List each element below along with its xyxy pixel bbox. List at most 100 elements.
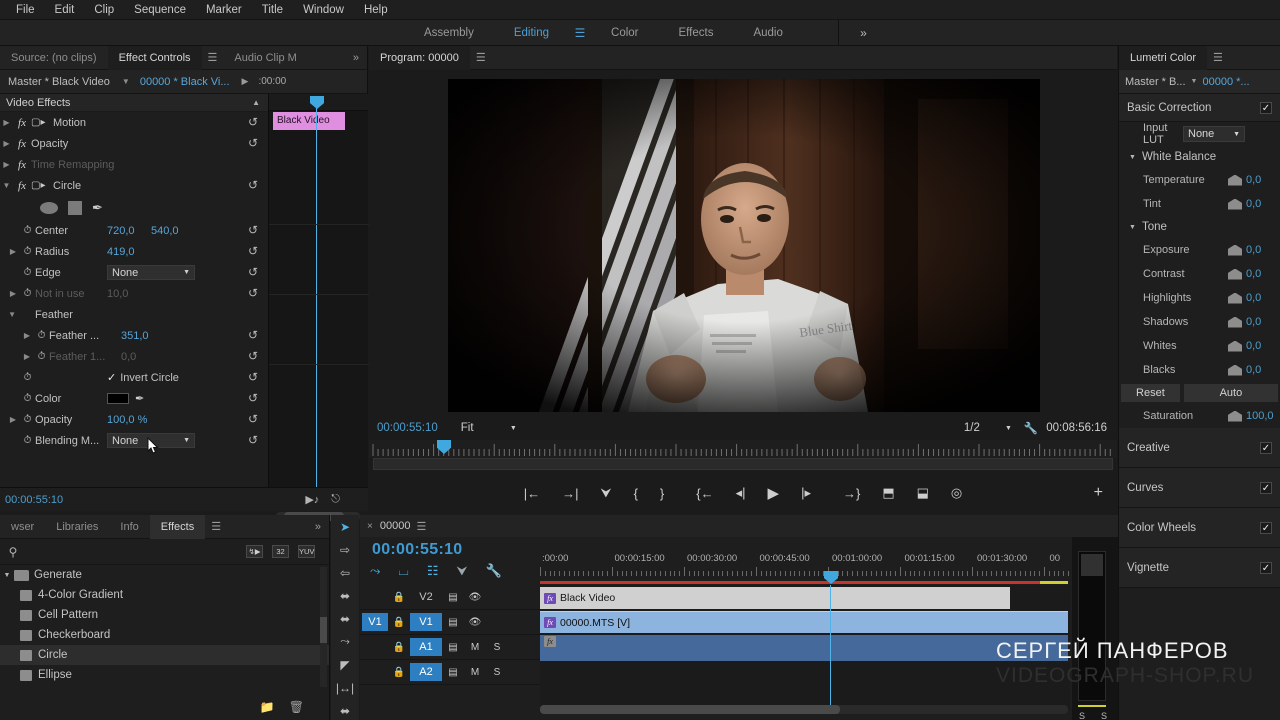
reset-parameter-icon[interactable]: ↺	[246, 328, 260, 342]
slide-tool[interactable]: ⬌	[331, 699, 359, 720]
reset-parameter-icon[interactable]: ↺	[246, 433, 260, 447]
search-input[interactable]	[26, 545, 186, 558]
reset-parameter-icon[interactable]: ↺	[246, 223, 260, 237]
timeline-time-ruler[interactable]: :00:00 00:00:15:00 00:00:30:00 00:00:45:00 0…	[540, 553, 1069, 581]
step-forward-icon[interactable]: |▸	[801, 485, 811, 501]
slider-handle[interactable]	[1228, 410, 1242, 422]
menu-item-clip[interactable]: Clip	[84, 0, 124, 20]
twirl-icon[interactable]: ▼	[0, 310, 20, 319]
play-audio-icon[interactable]: ▶♪	[305, 493, 319, 506]
twirl-icon[interactable]: ▶	[0, 289, 20, 298]
effects-vertical-scrollbar[interactable]	[320, 567, 327, 687]
tab-info[interactable]: Info	[109, 515, 149, 539]
slip-tool[interactable]: |↔|	[331, 676, 359, 699]
stopwatch-icon[interactable]: ⏱	[34, 351, 49, 362]
tab-libraries[interactable]: Libraries	[45, 515, 109, 539]
source-track-indicator[interactable]: V1	[362, 613, 388, 631]
clip-00000-mts-video[interactable]: fx 00000.MTS [V]	[540, 611, 1068, 633]
workspace-tab-effects[interactable]: Effects	[659, 20, 734, 46]
param-row-invert-circle[interactable]: ⏱ ✓ Invert Circle ↺	[0, 367, 268, 388]
checkbox-checked-icon[interactable]: ✓	[1260, 441, 1272, 454]
lumetri-group-tone[interactable]: ▼ Tone	[1119, 216, 1280, 238]
source-track-indicator[interactable]	[362, 588, 388, 606]
mute-track-icon[interactable]: M	[464, 667, 486, 678]
checkbox-checked-icon[interactable]: ✓	[107, 371, 116, 384]
menu-item-marker[interactable]: Marker	[196, 0, 252, 20]
play-pause-icon[interactable]: ▶	[768, 484, 780, 502]
tab-audio-clip-m[interactable]: Audio Clip M	[223, 46, 307, 70]
effect-row-time-remapping[interactable]: ▶ fx Time Remapping	[0, 154, 268, 175]
twirl-icon[interactable]: ▶	[0, 331, 34, 340]
slider-handle[interactable]	[1228, 174, 1242, 186]
stopwatch-icon[interactable]: ⏱	[20, 393, 35, 404]
button-editor-plus-icon[interactable]: +	[1094, 484, 1103, 502]
param-dropdown[interactable]: None ▼	[107, 265, 195, 280]
param-row-feather[interactable]: ▶ ⏱ Feather ... 351,0 ↺	[0, 325, 268, 346]
reset-parameter-icon[interactable]: ↺	[246, 115, 260, 129]
slider-handle[interactable]	[1228, 364, 1242, 376]
twirl-icon[interactable]: ▶	[0, 352, 34, 361]
transform-icon[interactable]: ▢▸	[31, 180, 53, 191]
razor-tool[interactable]: ◤	[331, 653, 359, 676]
lumetri-section-basic-correction[interactable]: Basic Correction ✓	[1119, 94, 1280, 122]
reset-button[interactable]: Reset	[1121, 384, 1180, 402]
eyedropper-icon[interactable]: ✒	[135, 392, 144, 405]
reset-parameter-icon[interactable]: ↺	[246, 391, 260, 405]
program-time-ruler[interactable]	[369, 440, 1117, 458]
transform-icon[interactable]: ▢▸	[31, 117, 53, 128]
mark-out-icon[interactable]: →|	[562, 486, 578, 501]
checkbox-checked-icon[interactable]: ✓	[1260, 101, 1272, 114]
ellipse-mask-icon[interactable]	[40, 202, 58, 214]
workspace-tab-audio[interactable]: Audio	[733, 20, 802, 46]
effect-row-circle[interactable]: ▼ fx ▢▸ Circle ↺	[0, 175, 268, 196]
stopwatch-icon[interactable]: ⏱	[20, 435, 35, 446]
twirl-icon[interactable]: ▼	[0, 181, 13, 190]
stopwatch-icon[interactable]: ⏱	[20, 414, 35, 425]
tab-wser[interactable]: wser	[0, 515, 45, 539]
input-lut-dropdown[interactable]: None ▼	[1183, 126, 1245, 142]
twirl-icon[interactable]: ▶	[0, 247, 20, 256]
lumetri-slider-blacks[interactable]: Blacks 0,0	[1119, 358, 1280, 382]
param-row-feather-1[interactable]: ▶ ⏱ Feather 1... 0,0 ↺	[0, 346, 268, 367]
menu-item-help[interactable]: Help	[354, 0, 398, 20]
lock-track-icon[interactable]: 🔒	[388, 642, 410, 653]
toggle-track-output-icon[interactable]: 👁	[464, 592, 486, 603]
reset-parameter-icon[interactable]: ↺	[246, 265, 260, 279]
rate-stretch-tool[interactable]: ⤳	[331, 630, 359, 653]
lumetri-slider-tint[interactable]: Tint 0,0	[1119, 192, 1280, 216]
slider-value[interactable]: 0,0	[1246, 198, 1280, 210]
track-select-back-tool[interactable]: ⇦	[331, 561, 359, 584]
checkbox-checked-icon[interactable]: ✓	[1260, 481, 1272, 494]
menu-item-edit[interactable]: Edit	[45, 0, 85, 20]
menu-item-sequence[interactable]: Sequence	[124, 0, 196, 20]
solo-label[interactable]: S	[1101, 711, 1107, 720]
tab-source-no-clips[interactable]: Source: (no clips)	[0, 46, 108, 70]
reset-parameter-icon[interactable]: ↺	[246, 286, 260, 300]
playback-resolution-dropdown[interactable]: 1/2 ▼	[960, 420, 1016, 436]
lumetri-section-curves[interactable]: Curves ✓	[1119, 468, 1280, 508]
toggle-track-output-icon[interactable]: 👁	[464, 617, 486, 628]
slider-value[interactable]: 0,0	[1246, 174, 1280, 186]
selection-tool[interactable]: ➤	[331, 515, 359, 538]
lock-track-icon[interactable]: 🔒	[388, 592, 410, 603]
stopwatch-icon[interactable]: ⏱	[20, 288, 35, 299]
program-menu-icon[interactable]: ☰	[470, 51, 492, 64]
param-row-color[interactable]: ⏱ Color ✒ ↺	[0, 388, 268, 409]
slider-handle[interactable]	[1228, 292, 1242, 304]
markers-visible-icon[interactable]: ☷	[427, 563, 439, 579]
slider-handle[interactable]	[1228, 316, 1242, 328]
slider-handle[interactable]	[1228, 244, 1242, 256]
sync-lock-icon[interactable]: ▤	[442, 592, 464, 603]
tab-effects[interactable]: Effects	[149, 514, 206, 539]
step-back-icon[interactable]: ◂|	[736, 485, 746, 501]
sequence-clip-label[interactable]: 00000 * Black Vi...	[134, 76, 236, 88]
slider-value[interactable]: 0,0	[1246, 244, 1280, 256]
add-marker-icon[interactable]: ⮟	[456, 563, 467, 579]
chevron-down-icon[interactable]: ▼	[1186, 78, 1203, 85]
program-video-frame[interactable]: Blue Shirt	[448, 79, 1040, 412]
zoom-level-dropdown[interactable]: Fit ▼	[456, 420, 522, 436]
effect-controls-menu-icon[interactable]: ☰	[202, 51, 224, 64]
solo-track-icon[interactable]: S	[486, 667, 508, 678]
export-frame-icon[interactable]: ⎋	[331, 493, 340, 506]
slider-handle[interactable]	[1228, 198, 1242, 210]
